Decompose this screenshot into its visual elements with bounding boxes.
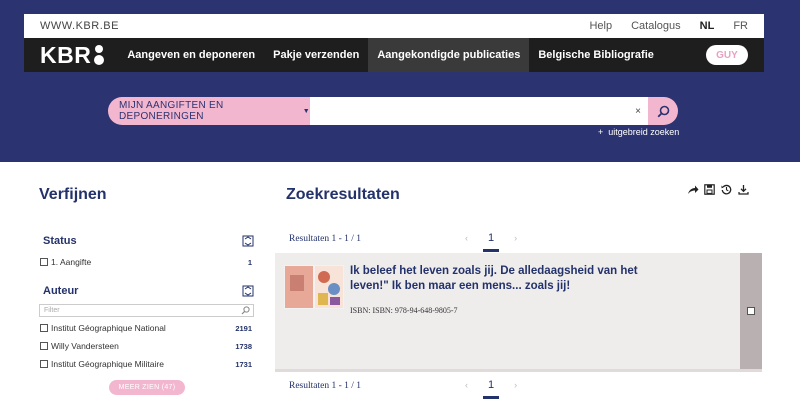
nav-aangeven[interactable]: Aangeven en deponeren	[118, 38, 264, 72]
top-utility-bar: WWW.KBR.BE Help Catalogus NL FR	[24, 14, 764, 38]
result-title[interactable]: Ik beleef het leven zoals jij. De alleda…	[350, 264, 650, 294]
collapse-icon[interactable]	[242, 235, 254, 247]
download-icon[interactable]	[737, 183, 750, 196]
search-icon	[241, 306, 250, 315]
nav-aangekondigde[interactable]: Aangekondigde publicaties	[368, 38, 530, 72]
result-tools	[686, 183, 750, 196]
facet-item-count: 1731	[235, 359, 252, 369]
advanced-search-link[interactable]: + uitgebreid zoeken	[598, 127, 679, 137]
facet-item-count: 1	[247, 257, 252, 267]
logo-text: KBR	[40, 41, 92, 68]
facet-item-aangifte[interactable]: 1. Aangifte 1	[40, 257, 252, 267]
chevron-down-icon: ▼	[302, 107, 310, 115]
facet-item-ign[interactable]: Institut Géographique National 2191	[40, 323, 252, 333]
facet-checkbox[interactable]	[40, 360, 48, 368]
share-icon[interactable]	[686, 183, 699, 196]
facet-item-igm[interactable]: Institut Géographique Militaire 1731	[40, 359, 252, 369]
facet-item-label: 1. Aangifte	[51, 257, 92, 267]
page-number[interactable]: 1	[482, 232, 500, 252]
advanced-search-label: uitgebreid zoeken	[608, 127, 680, 137]
facet-checkbox[interactable]	[40, 342, 48, 350]
history-icon[interactable]	[720, 183, 733, 196]
plus-icon: +	[598, 127, 604, 137]
results-title: Zoekresultaten	[286, 186, 400, 203]
search-button[interactable]	[648, 97, 678, 125]
result-select-column[interactable]	[740, 253, 762, 369]
save-icon[interactable]	[703, 183, 716, 196]
page-number[interactable]: 1	[482, 379, 500, 399]
more-label: MEER ZIEN (47)	[118, 384, 176, 391]
logo-mark-icon	[94, 45, 105, 65]
refine-title: Verfijnen	[39, 186, 107, 203]
facet-checkbox[interactable]	[40, 258, 48, 266]
clear-icon[interactable]: ×	[628, 97, 648, 125]
facet-item-count: 1738	[235, 341, 252, 351]
pager-bottom: ‹ 1 ›	[465, 379, 517, 399]
search-scope-select[interactable]: MIJN AANGIFTEN EN DEPONERINGEN ▼	[108, 97, 310, 125]
result-checkbox[interactable]	[747, 307, 755, 315]
facet-item-label: Institut Géographique Militaire	[51, 359, 164, 369]
kbr-logo[interactable]: KBR	[40, 41, 105, 68]
facet-item-count: 2191	[235, 323, 252, 333]
filter-placeholder: Filter	[44, 307, 60, 314]
search-input[interactable]	[310, 97, 628, 125]
help-link[interactable]: Help	[589, 20, 612, 32]
results-count-top: Resultaten 1 - 1 / 1	[289, 234, 362, 244]
book-cover-thumbnail[interactable]	[284, 265, 344, 309]
collapse-icon[interactable]	[242, 285, 254, 297]
nav-pakje[interactable]: Pakje verzenden	[264, 38, 368, 72]
facet-author-title: Auteur	[43, 285, 79, 297]
catalogus-link[interactable]: Catalogus	[631, 20, 681, 32]
nav-bibliografie[interactable]: Belgische Bibliografie	[529, 38, 663, 72]
utility-links: Help Catalogus NL FR	[570, 20, 748, 32]
main-nav: KBR Aangeven en deponeren Pakje verzende…	[24, 38, 764, 72]
result-isbn: ISBN: ISBN: 978-94-648-9805-7	[350, 306, 458, 315]
facet-status-title: Status	[43, 235, 77, 247]
search-icon	[657, 105, 669, 117]
results-count-bottom: Resultaten 1 - 1 / 1	[289, 381, 362, 391]
search-scope-label: MIJN AANGIFTEN EN DEPONERINGEN	[119, 100, 224, 122]
next-page-icon[interactable]: ›	[514, 233, 517, 243]
facet-item-vandersteen[interactable]: Willy Vandersteen 1738	[40, 341, 252, 351]
author-filter-input[interactable]: Filter	[39, 304, 254, 317]
more-button[interactable]: MEER ZIEN (47)	[109, 380, 185, 395]
pager-top: ‹ 1 ›	[465, 232, 517, 252]
facet-item-label: Willy Vandersteen	[51, 341, 119, 351]
lang-nl-link[interactable]: NL	[700, 20, 715, 32]
prev-page-icon[interactable]: ‹	[465, 380, 468, 390]
facet-checkbox[interactable]	[40, 324, 48, 332]
lang-fr-link[interactable]: FR	[733, 20, 748, 32]
site-name[interactable]: WWW.KBR.BE	[40, 20, 119, 32]
next-page-icon[interactable]: ›	[514, 380, 517, 390]
facet-item-label: Institut Géographique National	[51, 323, 166, 333]
search-bar: MIJN AANGIFTEN EN DEPONERINGEN ▼ ×	[108, 97, 678, 125]
result-divider	[275, 369, 762, 372]
result-item[interactable]: Ik beleef het leven zoals jij. De alleda…	[275, 253, 762, 369]
prev-page-icon[interactable]: ‹	[465, 233, 468, 243]
user-button[interactable]: GUY	[706, 45, 748, 65]
